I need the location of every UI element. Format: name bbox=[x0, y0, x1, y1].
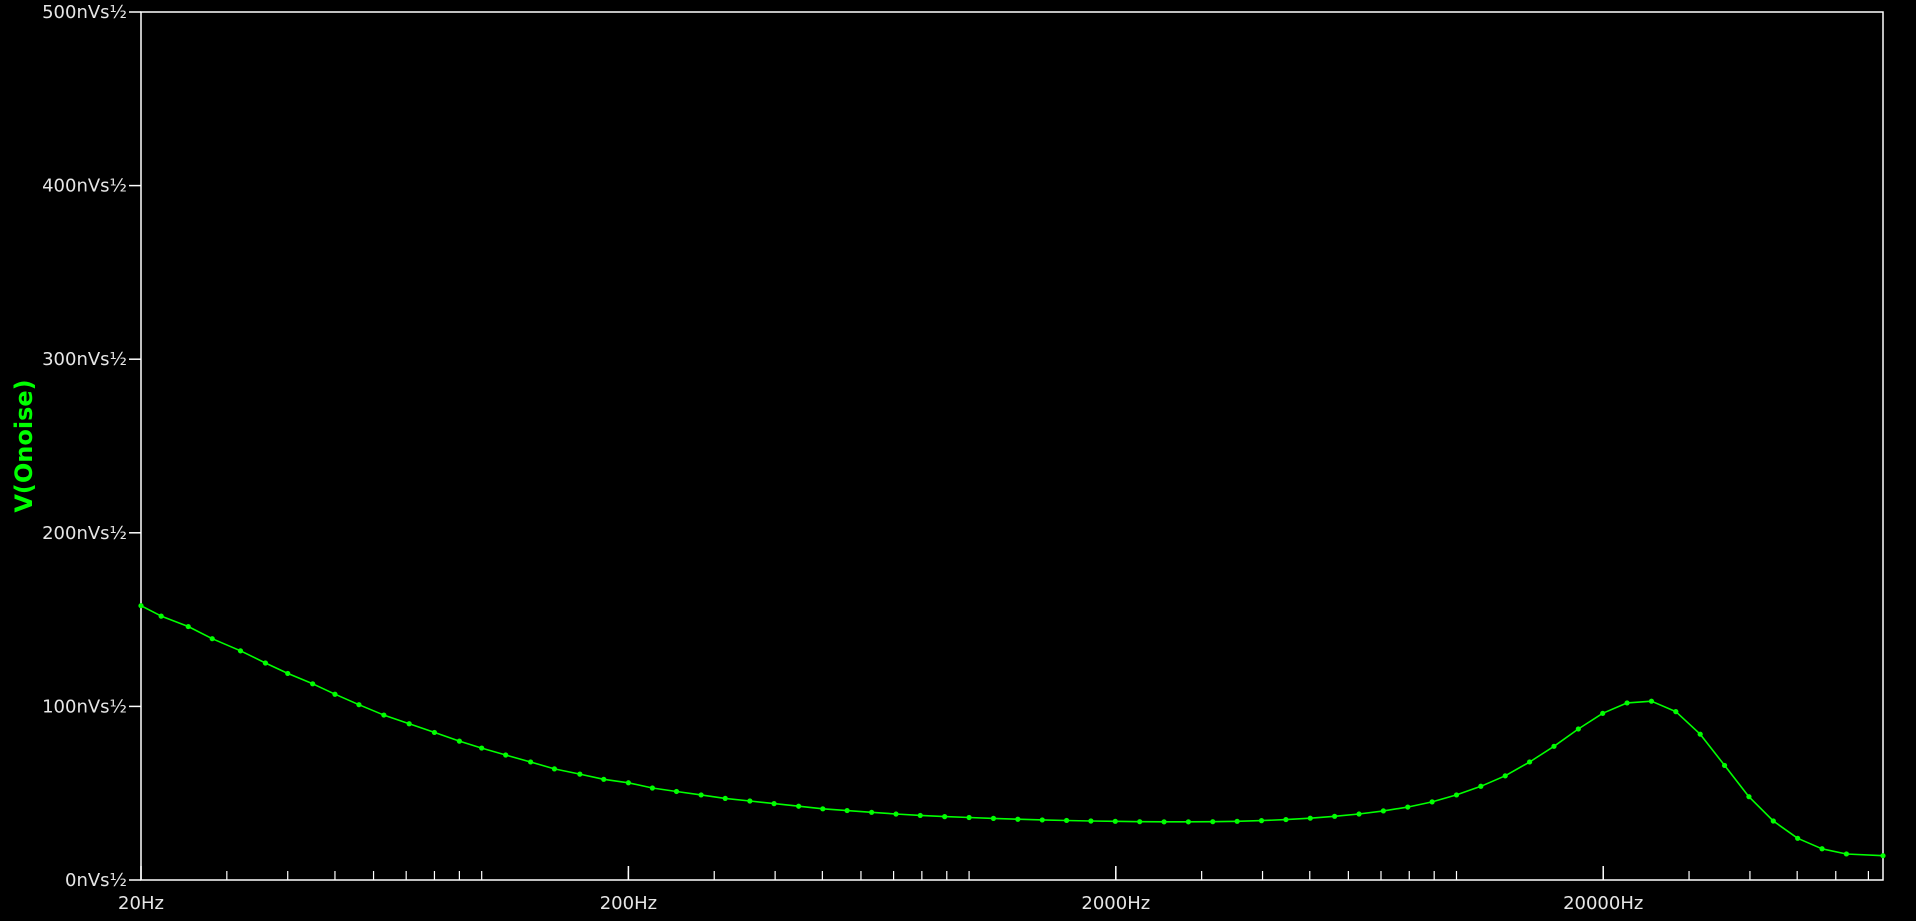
data-point bbox=[1600, 710, 1606, 716]
data-point bbox=[356, 702, 362, 708]
data-point bbox=[649, 785, 655, 791]
data-point bbox=[1770, 818, 1776, 824]
data-point bbox=[747, 798, 753, 804]
data-point bbox=[503, 752, 509, 758]
data-point bbox=[1283, 816, 1289, 823]
data-point bbox=[1721, 762, 1728, 769]
data-point bbox=[1234, 818, 1240, 824]
data-point bbox=[1673, 709, 1679, 715]
y-tick-label: 0nVs½ bbox=[65, 870, 127, 891]
data-point bbox=[1307, 815, 1313, 821]
data-point bbox=[285, 670, 291, 677]
data-point bbox=[844, 807, 850, 814]
data-point bbox=[1746, 794, 1752, 800]
data-point bbox=[771, 801, 777, 807]
data-point bbox=[917, 812, 923, 819]
data-point bbox=[893, 811, 899, 817]
data-point bbox=[528, 759, 534, 765]
data-point bbox=[1380, 808, 1386, 814]
data-point bbox=[673, 788, 680, 795]
data-point bbox=[209, 636, 215, 642]
data-point bbox=[1697, 731, 1703, 737]
data-point bbox=[158, 613, 164, 619]
data-point bbox=[1332, 813, 1338, 819]
data-point bbox=[1356, 811, 1362, 817]
data-point bbox=[332, 691, 338, 697]
data-point bbox=[237, 648, 244, 654]
y-tick-label: 100nVs½ bbox=[42, 696, 127, 717]
data-point bbox=[381, 712, 387, 718]
data-point bbox=[138, 603, 144, 609]
y-tick-label: 300nVs½ bbox=[42, 349, 127, 370]
noise-plot: 0nVs½ 100nVs½ 200nVs½ 300nVs½ 400nVs½ 500nVs½… bbox=[0, 0, 1916, 916]
data-point bbox=[577, 771, 583, 777]
data-point bbox=[869, 809, 875, 815]
data-point bbox=[1502, 773, 1508, 779]
data-point bbox=[262, 660, 269, 666]
series-layer bbox=[138, 603, 1886, 859]
data-point bbox=[966, 814, 972, 821]
y-tick-label: 400nVs½ bbox=[42, 176, 127, 197]
data-point bbox=[1063, 817, 1070, 824]
data-point bbox=[1258, 818, 1265, 824]
data-point bbox=[625, 780, 632, 786]
data-point bbox=[1880, 853, 1886, 859]
data-point bbox=[1112, 818, 1118, 824]
x-tick-label: 200Hz bbox=[600, 893, 657, 914]
data-point bbox=[722, 795, 728, 802]
data-point bbox=[1039, 817, 1045, 823]
plot-frame bbox=[140, 11, 1884, 881]
x-tick-label: 20000Hz bbox=[1563, 893, 1643, 914]
data-point bbox=[1088, 818, 1094, 824]
y-tick-label: 200nVs½ bbox=[42, 523, 127, 544]
chart-svg: 0nVs½ 100nVs½ 200nVs½ 300nVs½ 400nVs½ 500nVs½… bbox=[10, 2, 1886, 914]
x-tick-label: 20Hz bbox=[118, 893, 164, 914]
data-point bbox=[551, 766, 558, 772]
data-point bbox=[1210, 819, 1216, 825]
data-point bbox=[185, 623, 191, 630]
data-point bbox=[1453, 792, 1460, 798]
data-point bbox=[1795, 835, 1801, 841]
data-point bbox=[1137, 819, 1143, 825]
data-point bbox=[431, 729, 438, 736]
data-point bbox=[601, 776, 607, 782]
data-point bbox=[1843, 851, 1850, 857]
y-axis-title: V(Onoise) bbox=[10, 379, 38, 512]
data-point bbox=[1526, 759, 1533, 765]
data-point bbox=[1624, 700, 1630, 706]
data-point bbox=[796, 803, 802, 809]
y-axis: 0nVs½ 100nVs½ 200nVs½ 300nVs½ 400nVs½ 500nVs½ bbox=[42, 2, 141, 891]
data-point bbox=[456, 738, 462, 744]
data-point bbox=[1429, 799, 1435, 805]
y-tick-label: 500nVs½ bbox=[42, 2, 127, 23]
data-point bbox=[1819, 846, 1825, 852]
data-point bbox=[942, 814, 948, 820]
data-point bbox=[406, 721, 412, 727]
data-point bbox=[1575, 726, 1581, 732]
data-point bbox=[1648, 698, 1655, 704]
series-line bbox=[140, 604, 1884, 857]
data-point bbox=[1405, 804, 1411, 810]
data-point bbox=[698, 792, 704, 798]
data-point bbox=[479, 745, 485, 751]
data-point bbox=[1161, 819, 1167, 825]
data-point bbox=[1478, 783, 1484, 789]
data-point bbox=[1185, 819, 1191, 825]
data-point bbox=[990, 815, 997, 821]
x-tick-label: 2000Hz bbox=[1081, 893, 1150, 914]
data-point bbox=[310, 681, 316, 687]
data-point bbox=[820, 806, 826, 812]
data-point bbox=[1551, 743, 1557, 749]
data-point bbox=[1015, 816, 1021, 822]
x-axis: 20Hz 200Hz 2000Hz 20000Hz bbox=[118, 866, 1869, 914]
